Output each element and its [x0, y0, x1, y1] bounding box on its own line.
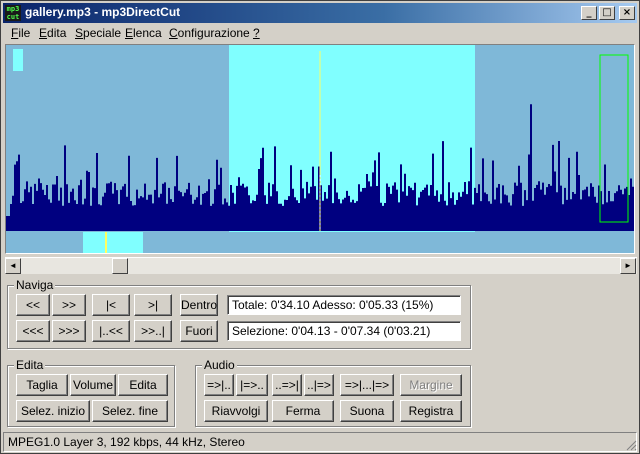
title-bar[interactable]: mp3 cut gallery.mp3 - mp3DirectCut _ □ ×	[3, 3, 637, 23]
scroll-right-icon[interactable]: ►	[620, 258, 636, 274]
selection-readout: Selezione: 0'04.13 - 0'07.34 (0'03.21)	[227, 321, 461, 341]
scroll-thumb[interactable]	[112, 258, 128, 274]
play-from-end-button[interactable]: ..|=>	[304, 374, 334, 396]
play-from-start-button[interactable]: |=>..	[236, 374, 268, 396]
edit-button[interactable]: Edita	[118, 374, 168, 396]
menu-speciale[interactable]: Speciale	[75, 26, 121, 40]
edita-title: Edita	[14, 358, 46, 372]
nav-sel-start-button[interactable]: |..<<	[92, 320, 130, 342]
nav-sel-end-button[interactable]: >>..|	[134, 320, 172, 342]
record-button[interactable]: Registra	[400, 400, 462, 422]
rewind-button[interactable]: Riavvolgi	[204, 400, 268, 422]
play-to-end-button[interactable]: ..=>|	[272, 374, 302, 396]
naviga-title: Naviga	[14, 278, 56, 292]
nav-start-button[interactable]: |<	[92, 294, 130, 316]
audio-title: Audio	[202, 358, 237, 372]
margin-button[interactable]: Margine	[400, 374, 462, 396]
overview-marker	[13, 49, 23, 71]
nav-forward-button[interactable]: >>	[52, 294, 86, 316]
waveform-view[interactable]	[5, 44, 635, 254]
naviga-group: Naviga << >> |< >| Dentro <<< >>> |..<< …	[7, 278, 471, 349]
app-window: mp3 cut gallery.mp3 - mp3DirectCut _ □ ×…	[0, 0, 640, 454]
menu-file[interactable]: File	[11, 26, 30, 40]
nav-back-button[interactable]: <<	[16, 294, 50, 316]
minimize-button[interactable]: _	[581, 6, 597, 20]
overview-cursor	[105, 232, 107, 253]
horizontal-scrollbar[interactable]: ◄ ►	[5, 257, 637, 274]
play-around-button[interactable]: =>|...|=>	[340, 374, 394, 396]
menu-edita[interactable]: Edita	[39, 26, 66, 40]
scroll-left-icon[interactable]: ◄	[5, 258, 21, 274]
maximize-button[interactable]: □	[599, 6, 615, 20]
zoom-out-button[interactable]: Fuori	[180, 320, 218, 342]
overview-selection	[83, 232, 143, 253]
waveform-canvas[interactable]	[6, 45, 635, 254]
menu-help[interactable]: ?	[253, 26, 260, 40]
resize-grip-icon[interactable]	[625, 439, 637, 451]
app-logo-icon: mp3 cut	[5, 5, 21, 21]
menu-elenca[interactable]: Elenca	[125, 26, 162, 40]
status-bar: MPEG1.0 Layer 3, 192 kbps, 44 kHz, Stere…	[3, 432, 637, 452]
zoom-in-button[interactable]: Dentro	[180, 294, 218, 316]
play-button[interactable]: Suona	[340, 400, 394, 422]
cut-button[interactable]: Taglia	[16, 374, 68, 396]
edita-group: Edita Taglia Volume Edita Selez. inizio …	[7, 358, 175, 427]
nav-fast-forward-button[interactable]: >>>	[52, 320, 86, 342]
nav-end-button[interactable]: >|	[134, 294, 172, 316]
close-button[interactable]: ×	[619, 6, 635, 20]
select-end-button[interactable]: Selez. fine	[92, 400, 168, 422]
nav-fast-back-button[interactable]: <<<	[16, 320, 50, 342]
audio-group: Audio =>|.. |=>.. ..=>| ..|=> =>|...|=> …	[195, 358, 471, 427]
window-title: gallery.mp3 - mp3DirectCut	[25, 5, 181, 19]
menu-bar: File Edita Speciale Elenca Configurazion…	[3, 24, 637, 42]
stop-button[interactable]: Ferma	[272, 400, 334, 422]
volume-button[interactable]: Volume	[70, 374, 116, 396]
menu-configurazione[interactable]: Configurazione	[169, 26, 250, 40]
play-to-start-button[interactable]: =>|..	[204, 374, 234, 396]
select-start-button[interactable]: Selez. inizio	[16, 400, 90, 422]
position-readout: Totale: 0'34.10 Adesso: 0'05.33 (15%)	[227, 295, 461, 315]
